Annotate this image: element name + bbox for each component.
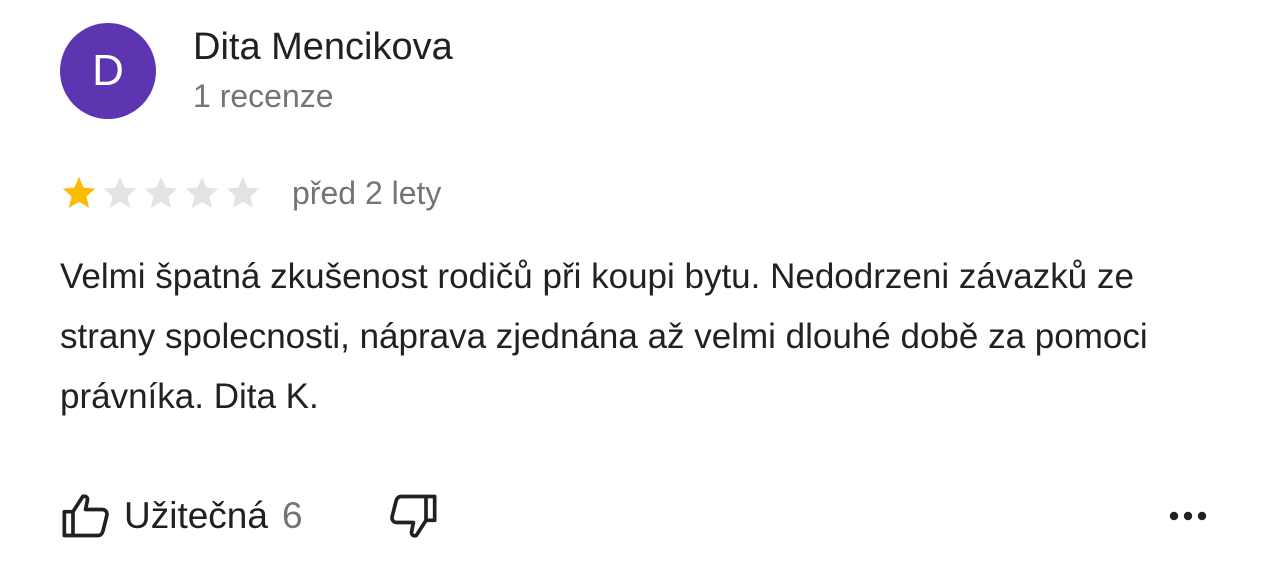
helpful-count: 6: [281, 495, 303, 536]
more-options-button[interactable]: [1160, 492, 1216, 540]
star-empty-icon: [144, 176, 178, 208]
rating-row: před 2 lety: [60, 170, 441, 216]
unhelpful-button[interactable]: [387, 490, 439, 542]
review-text: Velmi špatná zkušenost rodičů při koupi …: [60, 257, 1148, 416]
review-actions: Užitečná 6: [60, 488, 439, 544]
thumbs-down-icon: [389, 494, 437, 538]
star-filled-icon: [62, 176, 96, 208]
star-empty-icon: [185, 176, 219, 208]
review-date: před 2 lety: [292, 174, 442, 211]
avatar-initial: D: [92, 46, 124, 95]
helpful-label: Užitečná: [124, 495, 268, 536]
avatar[interactable]: D: [60, 23, 156, 119]
helpful-button[interactable]: Užitečná 6: [60, 490, 303, 542]
review-card: D Dita Mencikova 1 recenze před 2 lety V…: [0, 0, 1284, 567]
reviewer-name[interactable]: Dita Mencikova: [193, 26, 453, 69]
more-horizontal-icon: [1169, 511, 1207, 521]
star-empty-icon: [226, 176, 260, 208]
thumbs-up-icon: [62, 494, 109, 538]
star-empty-icon: [103, 176, 137, 208]
star-rating: [60, 174, 265, 212]
review-count: 1 recenze: [193, 78, 334, 114]
